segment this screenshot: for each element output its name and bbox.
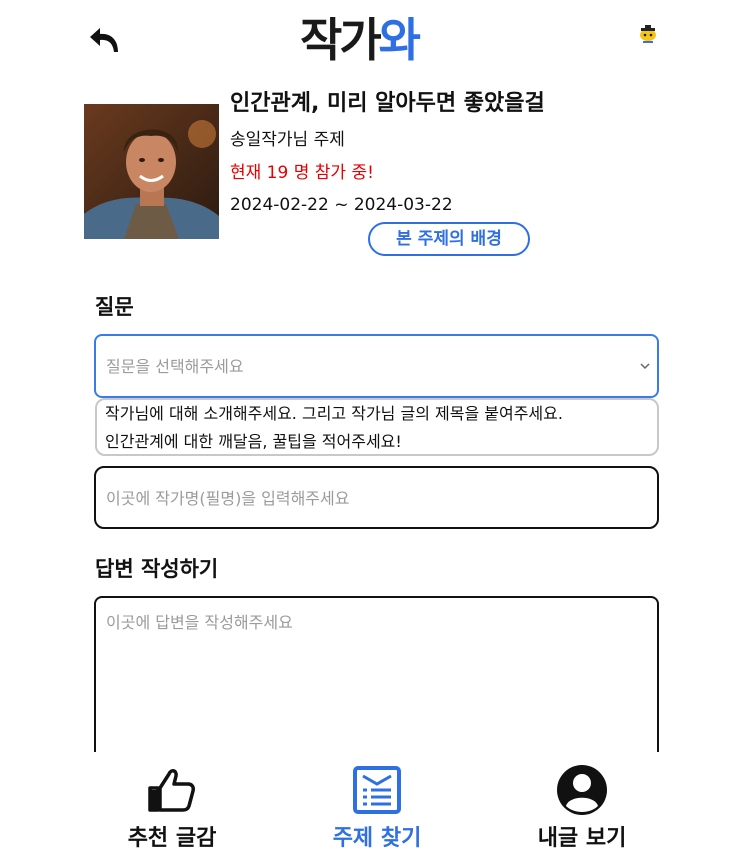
question-select[interactable]: 질문을 선택해주세요 (94, 334, 659, 398)
answer-placeholder: 이곳에 답변을 작성해주세요 (106, 613, 293, 632)
thumbs-up-icon (148, 769, 195, 812)
topic-thumbnail (84, 104, 219, 239)
author-name-input[interactable]: 이곳에 작가명(필명)을 입력해주세요 (94, 466, 659, 529)
back-button[interactable] (86, 22, 124, 58)
document-list-icon (353, 766, 401, 814)
back-arrow-icon (90, 28, 118, 52)
topic-title: 인간관계, 미리 알아두면 좋았을걸 (230, 91, 545, 116)
nav-label: 추천 글감 (127, 826, 217, 851)
nav-recommended-topics[interactable]: 추천 글감 (92, 752, 252, 854)
question-options-list: 작가님에 대해 소개해주세요. 그리고 작가님 글의 제목을 붙여주세요. 인간… (95, 398, 659, 456)
nav-find-topics[interactable]: 주제 찾기 (297, 752, 457, 854)
question-option[interactable]: 작가님에 대해 소개해주세요. 그리고 작가님 글의 제목을 붙여주세요. (105, 402, 563, 426)
author-name-placeholder: 이곳에 작가명(필명)을 입력해주세요 (106, 489, 350, 508)
nav-my-posts[interactable]: 내글 보기 (502, 752, 662, 854)
mascot-icon[interactable] (637, 24, 659, 44)
app-logo: 작가와 (300, 13, 421, 67)
question-option[interactable]: 인간관계에 대한 깨달음, 꿀팁을 적어주세요! (105, 430, 402, 454)
participant-count: 현재 19 명 참가 중! (230, 163, 374, 183)
nav-label: 주제 찾기 (332, 826, 422, 851)
user-circle-icon (557, 765, 607, 815)
app-header: 작가와 (0, 0, 750, 80)
answer-label: 답변 작성하기 (95, 557, 219, 581)
topic-card: 인간관계, 미리 알아두면 좋았을걸 송일작가님 주제 현재 19 명 참가 중… (84, 88, 664, 263)
question-label: 질문 (95, 295, 134, 319)
question-select-placeholder: 질문을 선택해주세요 (106, 357, 244, 376)
nav-label: 내글 보기 (537, 826, 627, 851)
chevron-down-icon (640, 363, 650, 370)
topic-background-button[interactable]: 본 주제의 배경 (368, 222, 530, 256)
topic-author: 송일작가님 주제 (230, 130, 345, 150)
bottom-navigation: 추천 글감 주제 찾기 내글 보기 (0, 752, 750, 854)
topic-date-range: 2024-02-22 ~ 2024-03-22 (230, 195, 453, 215)
